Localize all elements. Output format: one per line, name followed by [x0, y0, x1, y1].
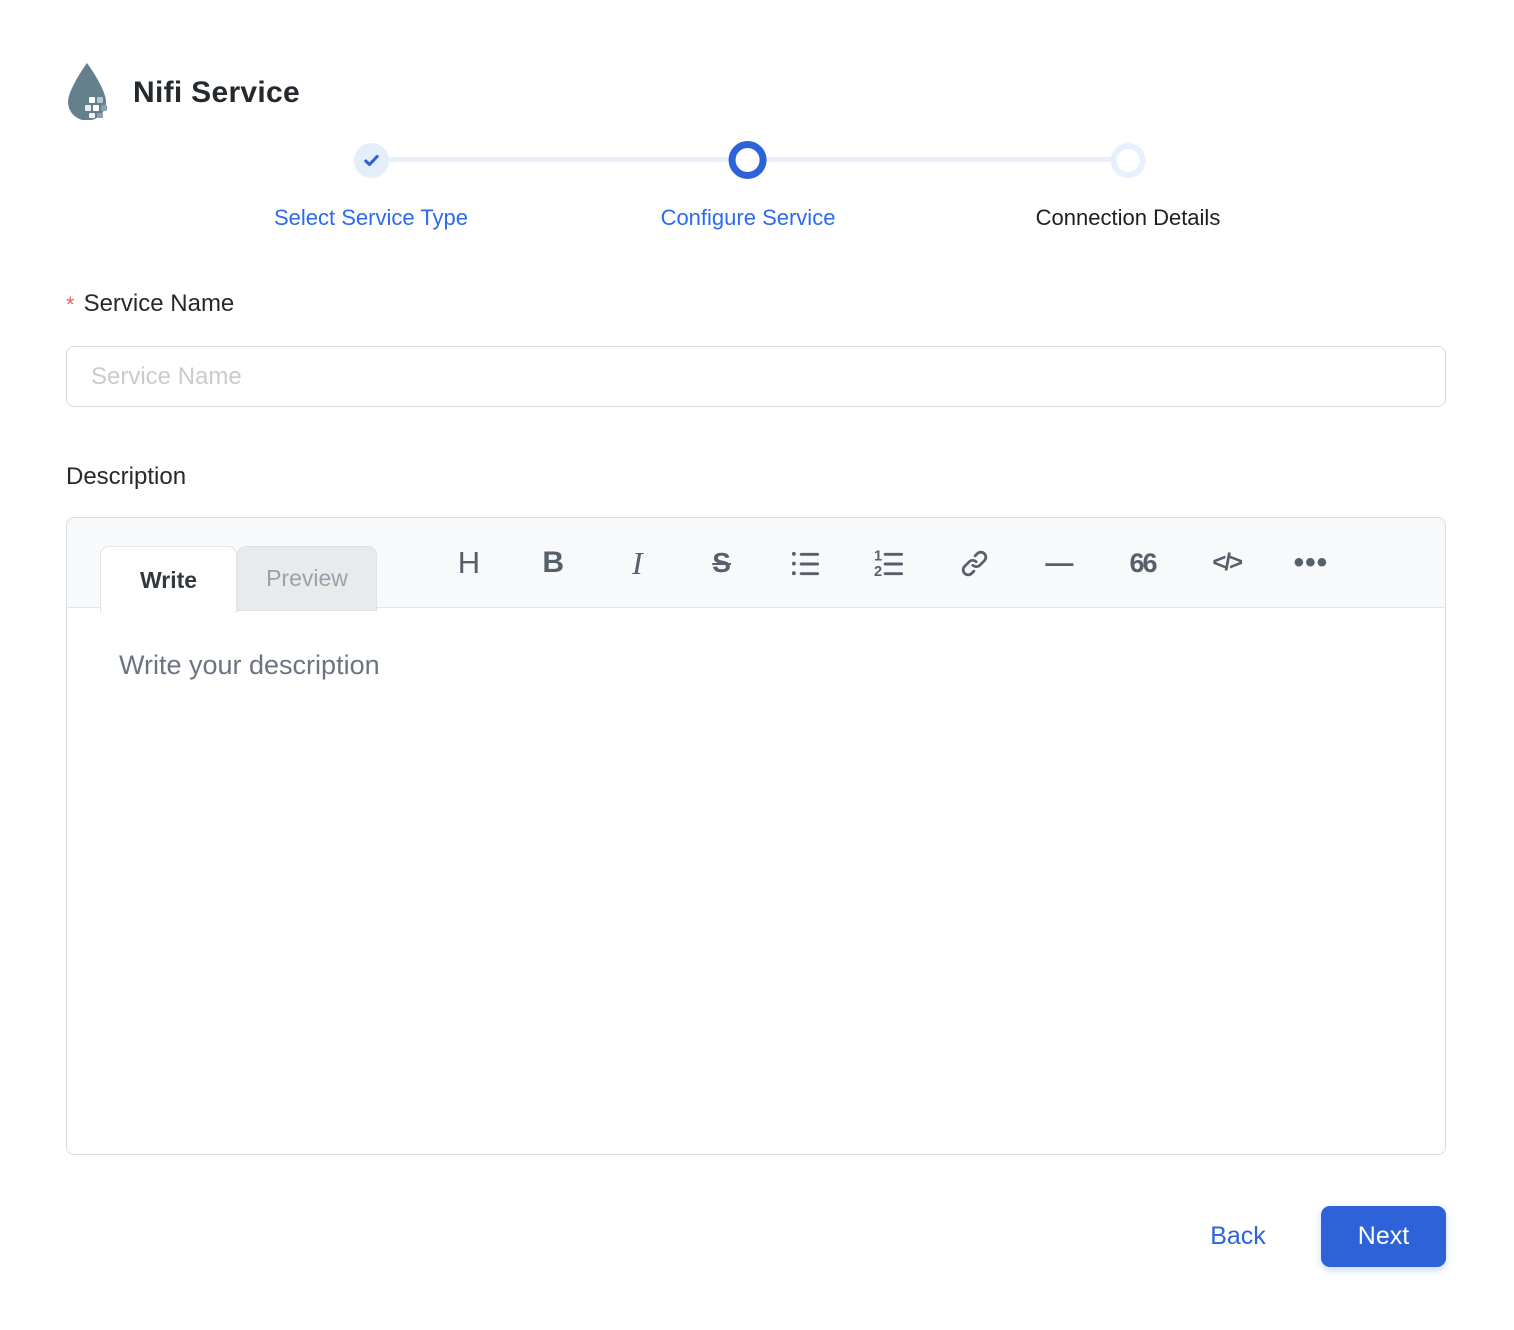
- tab-preview-label: Preview: [266, 565, 348, 591]
- numbered-list-icon[interactable]: 12: [868, 533, 912, 593]
- step-completed-check-icon: [353, 142, 389, 178]
- tab-write[interactable]: Write: [100, 546, 237, 613]
- svg-text:1: 1: [874, 548, 882, 564]
- description-label: Description: [66, 463, 186, 491]
- step-label-connection-details: Connection Details: [1035, 205, 1221, 230]
- markdown-editor: Write Preview H B I S 1 2 — 66 </> ••• W…: [66, 517, 1446, 1155]
- service-name-input[interactable]: [66, 346, 1446, 407]
- step-label-configure-service: Configure Service: [660, 205, 836, 230]
- link-icon[interactable]: [952, 533, 996, 593]
- description-textarea[interactable]: [67, 608, 1445, 1155]
- step-connection-details[interactable]: Connection Details: [1035, 141, 1221, 231]
- service-name-label: * Service Name: [66, 290, 234, 318]
- page-title: Nifi Service: [133, 76, 301, 109]
- quote-icon[interactable]: 66: [1121, 533, 1165, 593]
- tab-write-label: Write: [139, 566, 198, 593]
- code-icon[interactable]: </>: [1205, 533, 1249, 593]
- editor-toolbar: H B I S 12 — 66 </> •••: [447, 518, 1333, 608]
- configure-service-page: Nifi Service Select Service Type Configu…: [0, 0, 1514, 1330]
- heading-icon[interactable]: H: [447, 533, 491, 593]
- required-asterisk: *: [66, 292, 75, 317]
- bullet-list-icon[interactable]: [784, 533, 828, 593]
- strikethrough-icon[interactable]: S: [700, 533, 744, 593]
- back-button[interactable]: Back: [1188, 1218, 1288, 1254]
- editor-toolbar-bar: Write Preview H B I S 1 2 — 66 </> •••: [67, 518, 1445, 613]
- nifi-logo-icon: [64, 62, 110, 121]
- editor-write-area: [67, 608, 1445, 1155]
- more-icon[interactable]: •••: [1289, 533, 1333, 593]
- service-name-label-text: Service Name: [83, 290, 235, 317]
- step-select-service-type[interactable]: Select Service Type: [274, 141, 468, 231]
- step-active-circle-icon: [729, 141, 767, 179]
- tab-preview[interactable]: Preview: [237, 546, 377, 611]
- step-configure-service[interactable]: Configure Service: [660, 141, 836, 231]
- next-button[interactable]: Next: [1321, 1206, 1446, 1267]
- description-label-text: Description: [66, 463, 187, 490]
- horizontal-rule-icon[interactable]: —: [1036, 533, 1080, 593]
- step-upcoming-circle-icon: [1110, 142, 1146, 178]
- bold-icon[interactable]: B: [531, 533, 575, 593]
- italic-icon[interactable]: I: [615, 533, 659, 593]
- svg-text:2: 2: [874, 564, 882, 579]
- step-label-select-service-type: Select Service Type: [273, 205, 469, 230]
